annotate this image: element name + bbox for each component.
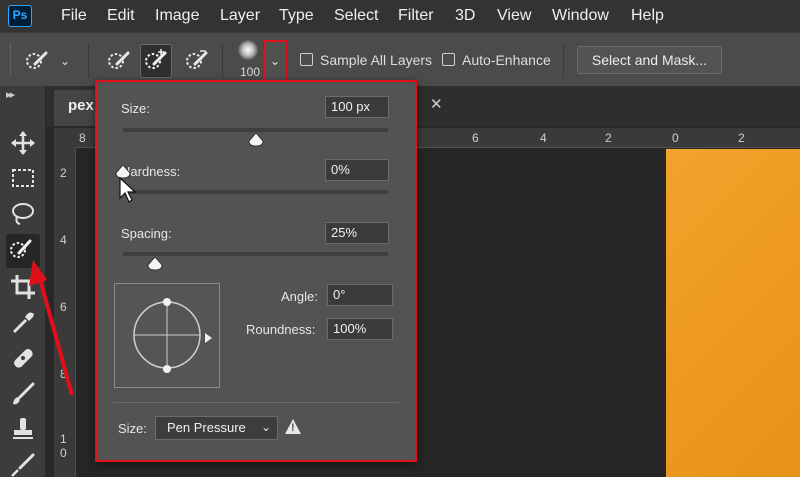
close-tab-icon[interactable]: ✕	[430, 95, 443, 113]
divider	[113, 402, 399, 403]
menu-help[interactable]: Help	[631, 7, 664, 25]
lasso-tool-icon[interactable]	[8, 199, 38, 229]
warning-icon: !	[284, 418, 302, 436]
size-slider-thumb[interactable]	[248, 132, 264, 147]
ruler-label: 8	[79, 131, 86, 145]
size-slider[interactable]	[123, 128, 388, 132]
new-selection-icon[interactable]	[104, 46, 134, 76]
menu-layer[interactable]: Layer	[220, 7, 260, 25]
menu-edit[interactable]: Edit	[107, 7, 135, 25]
sample-all-layers-label: Sample All Layers	[320, 52, 433, 68]
menu-type[interactable]: Type	[279, 7, 314, 25]
preset-chevron-down-icon[interactable]: ⌄	[60, 54, 70, 68]
chevron-down-icon: ⌄	[270, 54, 281, 68]
divider	[222, 44, 223, 78]
spacing-label: Spacing:	[121, 226, 172, 241]
ruler-label: 0	[60, 446, 67, 460]
dynamics-size-label: Size:	[118, 421, 147, 436]
ruler-label: 0	[672, 131, 679, 145]
menu-file[interactable]: File	[61, 7, 87, 25]
auto-enhance-label: Auto-Enhance	[462, 52, 551, 68]
brush-preview-icon[interactable]	[238, 40, 258, 60]
roundness-field[interactable]: 100%	[327, 318, 393, 340]
document-tab-label: pex	[68, 97, 94, 114]
menu-image[interactable]: Image	[155, 7, 199, 25]
divider	[563, 44, 564, 78]
clone-stamp-tool-icon[interactable]	[8, 414, 38, 444]
select-and-mask-button[interactable]: Select and Mask...	[577, 46, 722, 74]
auto-enhance-checkbox[interactable]	[442, 53, 455, 66]
spacing-slider[interactable]	[123, 252, 388, 256]
menu-select[interactable]: Select	[334, 7, 378, 25]
menu-filter[interactable]: Filter	[398, 7, 434, 25]
options-bar-grip[interactable]	[10, 44, 12, 76]
hardness-slider[interactable]	[123, 190, 388, 194]
photoshop-logo: Ps	[8, 5, 32, 27]
divider	[88, 44, 89, 78]
menu-view[interactable]: View	[497, 7, 531, 25]
marquee-tool-icon[interactable]	[8, 163, 38, 193]
size-control-select[interactable]: Pen Pressure ⌄	[155, 416, 278, 440]
subtract-from-selection-icon[interactable]	[182, 46, 212, 76]
sample-all-layers-checkbox[interactable]	[300, 53, 313, 66]
spacing-field[interactable]: 25%	[325, 222, 389, 244]
mouse-cursor-icon	[119, 176, 137, 203]
history-brush-tool-icon[interactable]	[8, 450, 38, 477]
healing-brush-tool-icon[interactable]	[8, 343, 38, 373]
ruler-label: 8	[60, 367, 67, 381]
hardness-field[interactable]: 0%	[325, 159, 389, 181]
ruler-label: 1	[60, 432, 67, 446]
roundness-label: Roundness:	[246, 322, 316, 337]
brush-picker-dropdown[interactable]: ⌄	[264, 40, 287, 82]
ruler-label: 6	[472, 131, 479, 145]
ruler-label: 2	[605, 131, 612, 145]
size-control-value: Pen Pressure	[167, 420, 246, 435]
ruler-corner	[54, 128, 76, 148]
collapse-panel-icon[interactable]: ▸▸	[6, 88, 15, 101]
spacing-slider-thumb[interactable]	[147, 256, 163, 271]
ruler-label: 2	[738, 131, 745, 145]
crop-tool-icon[interactable]	[8, 272, 38, 302]
chevron-down-icon: ⌄	[260, 420, 271, 434]
quick-selection-preset-icon[interactable]	[22, 46, 52, 76]
quick-selection-tool-icon[interactable]	[6, 234, 40, 268]
size-field[interactable]: 100 px	[325, 96, 389, 118]
angle-label: Angle:	[281, 289, 318, 304]
ruler-label: 4	[540, 131, 547, 145]
add-to-selection-icon[interactable]	[140, 44, 172, 78]
eyedropper-tool-icon[interactable]	[8, 308, 38, 338]
angle-handle-icon[interactable]	[205, 333, 212, 343]
brush-size-preview: 100	[240, 65, 261, 79]
ruler-label: 4	[60, 233, 67, 247]
angle-field[interactable]: 0°	[327, 284, 393, 306]
canvas-image[interactable]	[666, 149, 800, 477]
brush-tool-icon[interactable]	[8, 379, 38, 409]
ruler-label: 2	[60, 166, 67, 180]
menu-3d[interactable]: 3D	[455, 7, 475, 25]
menu-window[interactable]: Window	[552, 7, 609, 25]
size-label: Size:	[121, 101, 150, 116]
ruler-label: 6	[60, 300, 67, 314]
move-tool-icon[interactable]	[8, 128, 38, 158]
